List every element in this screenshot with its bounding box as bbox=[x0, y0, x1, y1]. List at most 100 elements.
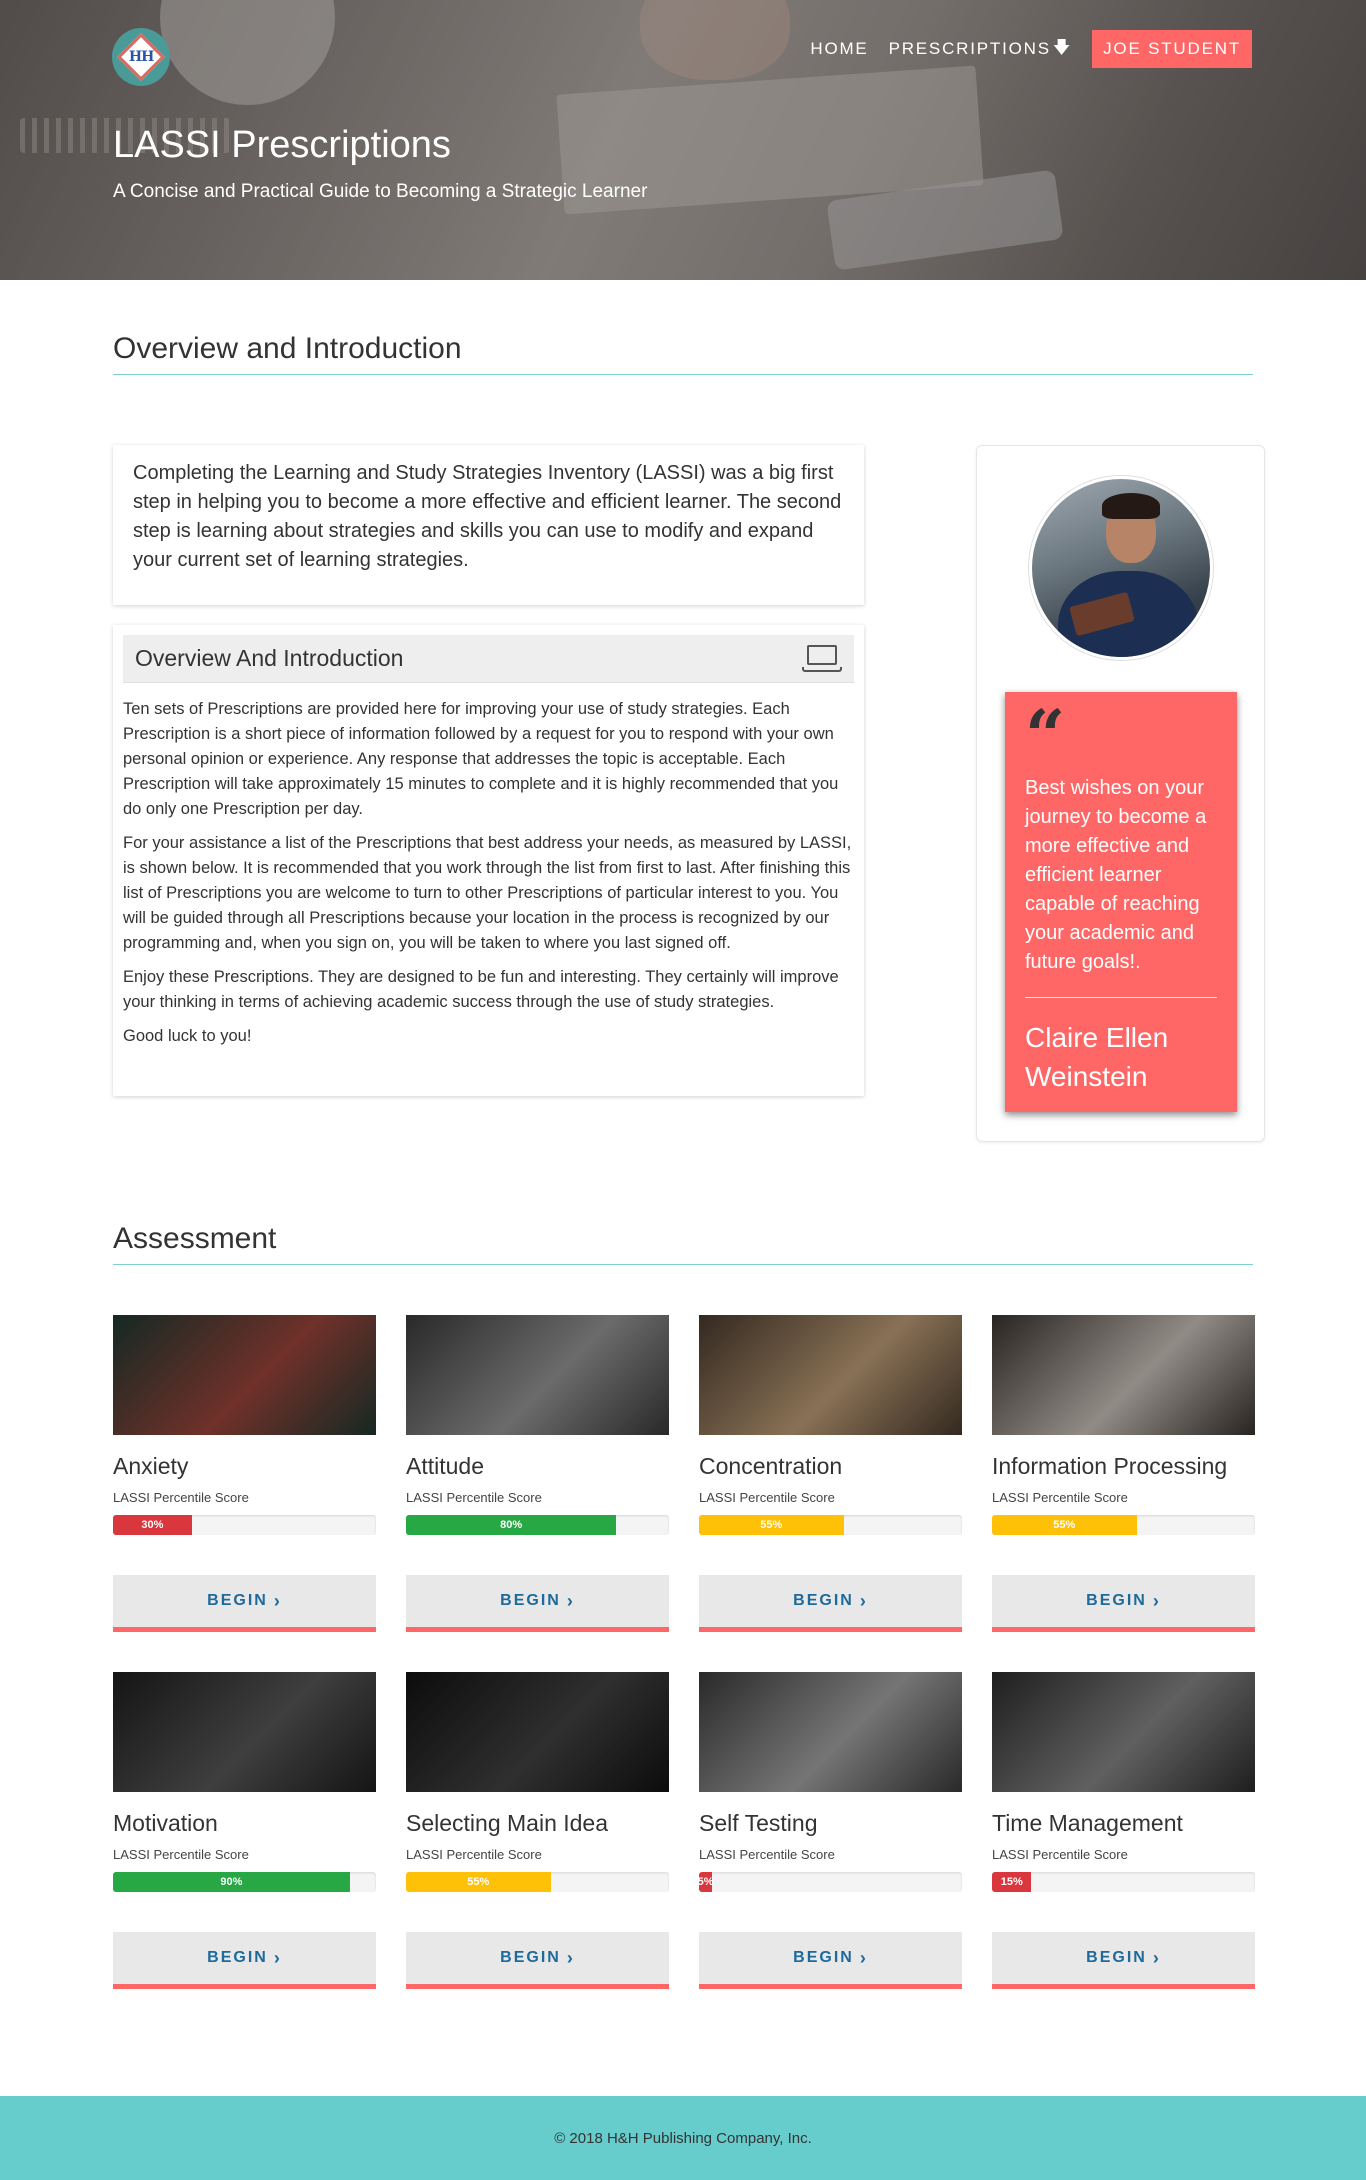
chevron-right-icon: › bbox=[1152, 1947, 1161, 1968]
assessment-title: Attitude bbox=[406, 1453, 484, 1479]
score-progress-bar: 80% bbox=[406, 1515, 617, 1535]
score-progress-bar: 30% bbox=[113, 1515, 192, 1535]
intro-lead-text: Completing the Learning and Study Strate… bbox=[133, 462, 842, 571]
overview-paragraph: Good luck to you! bbox=[123, 1027, 252, 1045]
score-value: 55% bbox=[1053, 1519, 1076, 1531]
begin-button[interactable]: BEGIN › bbox=[699, 1575, 962, 1632]
chevron-right-icon: › bbox=[566, 1590, 575, 1611]
begin-button[interactable]: BEGIN › bbox=[992, 1575, 1255, 1632]
quote-icon: “ bbox=[1025, 694, 1066, 777]
score-value: 5% bbox=[699, 1876, 714, 1888]
assessment-thumbnail bbox=[406, 1315, 669, 1435]
score-progress-bar: 90% bbox=[113, 1872, 350, 1892]
author-panel: “ Best wishes on your journey to become … bbox=[976, 445, 1265, 1142]
score-progress-bar: 5% bbox=[699, 1872, 714, 1892]
logo-text: HH bbox=[128, 49, 154, 65]
footer-copyright: © 2018 H&H Publishing Company, Inc. bbox=[554, 2129, 812, 2147]
score-label: LASSI Percentile Score bbox=[406, 1847, 542, 1862]
score-value: 30% bbox=[141, 1519, 164, 1531]
assessment-section: Assessment Anxiety LASSI Percentile Scor… bbox=[113, 1222, 1255, 1989]
assessment-card: Self Testing LASSI Percentile Score 5% B… bbox=[699, 1672, 962, 1989]
intro-lead-card: Completing the Learning and Study Strate… bbox=[113, 445, 864, 605]
score-label: LASSI Percentile Score bbox=[113, 1847, 249, 1862]
assessment-thumbnail bbox=[992, 1672, 1255, 1792]
score-value: 80% bbox=[500, 1519, 523, 1531]
chevron-right-icon: › bbox=[859, 1590, 868, 1611]
score-value: 90% bbox=[220, 1876, 243, 1888]
score-label: LASSI Percentile Score bbox=[992, 1490, 1128, 1505]
assessment-section-title: Assessment bbox=[113, 1222, 1253, 1265]
quote-divider bbox=[1025, 997, 1217, 998]
score-value: 55% bbox=[467, 1876, 490, 1888]
score-progress-bar: 15% bbox=[992, 1872, 1032, 1892]
score-progress: 5% bbox=[699, 1872, 962, 1892]
begin-button[interactable]: BEGIN › bbox=[406, 1932, 669, 1989]
quote-text: Best wishes on your journey to become a … bbox=[1025, 777, 1207, 973]
score-label: LASSI Percentile Score bbox=[113, 1490, 249, 1505]
nav-prescriptions-link[interactable]: PRESCRIPTIONS 🡇 bbox=[889, 35, 1073, 64]
score-progress: 15% bbox=[992, 1872, 1255, 1892]
overview-card-title: Overview And Introduction bbox=[135, 645, 404, 671]
arrow-down-icon: 🡇 bbox=[1052, 37, 1073, 57]
hh-logo-icon[interactable]: HH bbox=[112, 28, 170, 86]
assessment-title: Time Management bbox=[992, 1810, 1183, 1836]
assessment-cards: Anxiety LASSI Percentile Score 30% BEGIN… bbox=[113, 1315, 1255, 1989]
score-label: LASSI Percentile Score bbox=[406, 1490, 542, 1505]
assessment-title: Anxiety bbox=[113, 1453, 189, 1479]
begin-button[interactable]: BEGIN › bbox=[113, 1575, 376, 1632]
assessment-thumbnail bbox=[699, 1672, 962, 1792]
chevron-right-icon: › bbox=[859, 1947, 868, 1968]
assessment-title: Motivation bbox=[113, 1810, 218, 1836]
begin-button[interactable]: BEGIN › bbox=[113, 1932, 376, 1989]
assessment-card: Selecting Main Idea LASSI Percentile Sco… bbox=[406, 1672, 669, 1989]
overview-paragraph: For your assistance a list of the Prescr… bbox=[123, 834, 852, 952]
begin-button[interactable]: BEGIN › bbox=[992, 1932, 1255, 1989]
quote-author: Claire Ellen Weinstein bbox=[1025, 1022, 1169, 1092]
score-value: 15% bbox=[1000, 1876, 1023, 1888]
overview-card-header: Overview And Introduction bbox=[123, 635, 854, 683]
main-nav: HOME PRESCRIPTIONS 🡇 JOE STUDENT bbox=[810, 30, 1252, 68]
assessment-card: Motivation LASSI Percentile Score 90% BE… bbox=[113, 1672, 376, 1989]
assessment-thumbnail bbox=[992, 1315, 1255, 1435]
page-title: LASSI Prescriptions bbox=[113, 124, 451, 166]
overview-paragraph: Ten sets of Prescriptions are provided h… bbox=[123, 700, 839, 818]
chevron-right-icon: › bbox=[273, 1947, 282, 1968]
score-progress: 55% bbox=[992, 1515, 1255, 1535]
score-label: LASSI Percentile Score bbox=[992, 1847, 1128, 1862]
assessment-thumbnail bbox=[113, 1315, 376, 1435]
assessment-title: Concentration bbox=[699, 1453, 843, 1479]
assessment-title: Self Testing bbox=[699, 1810, 818, 1836]
score-progress: 90% bbox=[113, 1872, 376, 1892]
assessment-card: Concentration LASSI Percentile Score 55%… bbox=[699, 1315, 962, 1632]
assessment-card: Anxiety LASSI Percentile Score 30% BEGIN… bbox=[113, 1315, 376, 1632]
chevron-right-icon: › bbox=[566, 1947, 575, 1968]
score-label: LASSI Percentile Score bbox=[699, 1847, 835, 1862]
assessment-card: Time Management LASSI Percentile Score 1… bbox=[992, 1672, 1255, 1989]
score-progress: 80% bbox=[406, 1515, 669, 1535]
assessment-thumbnail bbox=[406, 1672, 669, 1792]
chevron-right-icon: › bbox=[1152, 1590, 1161, 1611]
overview-section-title: Overview and Introduction bbox=[113, 332, 1253, 375]
assessment-thumbnail bbox=[699, 1315, 962, 1435]
assessment-thumbnail bbox=[113, 1672, 376, 1792]
overview-paragraph: Enjoy these Prescriptions. They are desi… bbox=[123, 968, 839, 1011]
score-value: 55% bbox=[760, 1519, 783, 1531]
score-progress: 55% bbox=[406, 1872, 669, 1892]
overview-card: Overview And Introduction Ten sets of Pr… bbox=[113, 625, 864, 1096]
user-menu-button[interactable]: JOE STUDENT bbox=[1092, 30, 1252, 68]
footer: © 2018 H&H Publishing Company, Inc. bbox=[0, 2096, 1366, 2180]
hero-banner: HH HOME PRESCRIPTIONS 🡇 JOE STUDENT LASS… bbox=[0, 0, 1366, 280]
quote-card: “ Best wishes on your journey to become … bbox=[1005, 692, 1237, 1112]
nav-home-link[interactable]: HOME bbox=[810, 39, 868, 59]
author-avatar bbox=[1029, 476, 1213, 660]
assessment-title: Information Processing bbox=[992, 1453, 1228, 1479]
overview-section: Overview and Introduction Completing the… bbox=[113, 280, 1265, 1145]
begin-button[interactable]: BEGIN › bbox=[406, 1575, 669, 1632]
assessment-card: Attitude LASSI Percentile Score 80% BEGI… bbox=[406, 1315, 669, 1632]
score-progress-bar: 55% bbox=[699, 1515, 844, 1535]
score-progress: 55% bbox=[699, 1515, 962, 1535]
score-label: LASSI Percentile Score bbox=[699, 1490, 835, 1505]
begin-button[interactable]: BEGIN › bbox=[699, 1932, 962, 1989]
page-subtitle: A Concise and Practical Guide to Becomin… bbox=[113, 181, 648, 202]
assessment-card: Information Processing LASSI Percentile … bbox=[992, 1315, 1255, 1632]
